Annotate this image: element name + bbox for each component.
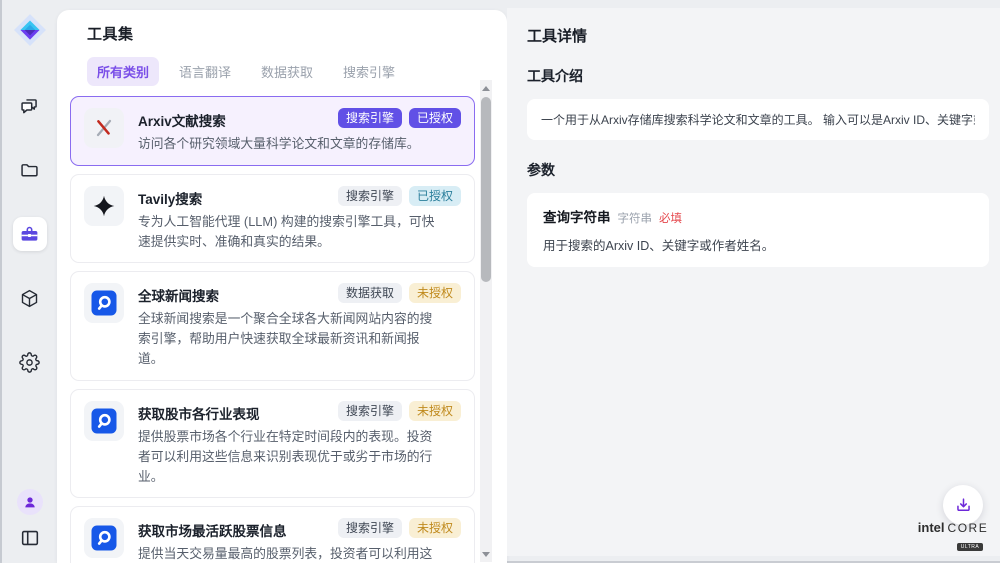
parameter-card: 查询字符串 字符串 必填 用于搜索的Arxiv ID、关键字或作者姓名。	[527, 193, 989, 267]
category-badge: 搜索引擎	[338, 518, 402, 538]
tool-title: 全球新闻搜索	[138, 283, 338, 305]
auth-badge: 已授权	[409, 108, 461, 128]
arxiv-icon	[91, 115, 117, 141]
intel-brand-text: intel	[918, 520, 945, 535]
core-brand-text: CORE	[948, 521, 989, 535]
params-heading: 参数	[527, 160, 987, 180]
intel-core-ultra-logo: intel CORE ULTRA	[918, 520, 988, 553]
sidebar-nav	[13, 89, 47, 379]
tool-card-3[interactable]: 获取股市各行业表现 搜索引擎 未授权 提供股票市场各个行业在特定时间段内的表现。…	[70, 389, 475, 498]
user-icon	[22, 494, 38, 510]
sidebar-bottom	[17, 489, 43, 563]
tool-description: 提供股票市场各个行业在特定时间段内的表现。投资者可以利用这些信息来识别表现优于或…	[138, 427, 440, 486]
panel-toggle-icon	[19, 527, 41, 549]
category-badge: 搜索引擎	[338, 186, 402, 206]
search-icon	[91, 408, 117, 434]
detail-panel-title: 工具详情	[527, 25, 987, 46]
tool-title: Tavily搜索	[138, 186, 338, 208]
parameter-type: 字符串	[618, 210, 653, 226]
tool-card-2[interactable]: 全球新闻搜索 数据获取 未授权 全球新闻搜索是一个聚合全球各大新闻网站内容的搜索…	[70, 271, 475, 380]
search-blue-tool-icon	[84, 401, 124, 441]
tool-card-4[interactable]: 获取市场最活跃股票信息 搜索引擎 未授权 提供当天交易量最高的股票列表，投资者可…	[70, 506, 475, 563]
intro-box: 一个用于从Arxiv存储库搜索科学论文和文章的工具。 输入可以是Arxiv ID…	[527, 99, 989, 140]
tool-description: 访问各个研究领域大量科学论文和文章的存储库。	[138, 134, 440, 154]
search-blue-tool-icon	[84, 283, 124, 323]
tool-card-1[interactable]: Tavily搜索 搜索引擎 已授权 专为人工智能代理 (LLM) 构建的搜索引擎…	[70, 174, 475, 264]
auth-badge: 未授权	[409, 518, 461, 538]
search-icon	[91, 525, 117, 551]
app-logo gem-logo-icon	[13, 13, 47, 47]
panel-toggle-button[interactable]	[19, 527, 41, 549]
tool-title: 获取市场最活跃股票信息	[138, 518, 338, 540]
download-icon	[954, 496, 973, 515]
sidebar-item-models[interactable]	[13, 281, 47, 315]
category-badge: 搜索引擎	[338, 401, 402, 421]
tavily-tool-icon	[84, 186, 124, 226]
scrollbar-thumb[interactable]	[481, 97, 491, 282]
parameter-name: 查询字符串	[543, 206, 611, 226]
auth-badge: 未授权	[409, 283, 461, 303]
folder-icon	[19, 160, 40, 181]
sidebar-item-settings[interactable]	[13, 345, 47, 379]
arxiv-tool-icon	[84, 108, 124, 148]
auth-badge: 已授权	[409, 186, 461, 206]
sidebar-item-tools[interactable]	[13, 217, 47, 251]
gear-icon	[19, 352, 40, 373]
auth-badge: 未授权	[409, 401, 461, 421]
scrollbar-up-arrow[interactable]	[480, 82, 492, 94]
tab-2[interactable]: 数据获取	[251, 57, 323, 86]
cube-icon	[19, 288, 40, 309]
search-blue-tool-icon	[84, 518, 124, 558]
category-badge: 搜索引擎	[338, 108, 402, 128]
tool-description: 全球新闻搜索是一个聚合全球各大新闻网站内容的搜索引擎，帮助用户快速获取全球最新资…	[138, 309, 440, 368]
parameter-required-flag: 必填	[659, 210, 682, 226]
sidebar-item-chat[interactable]	[13, 89, 47, 123]
tool-card-0[interactable]: Arxiv文献搜索 搜索引擎 已授权 访问各个研究领域大量科学论文和文章的存储库…	[70, 96, 475, 166]
intro-heading: 工具介绍	[527, 66, 987, 86]
tab-3[interactable]: 搜索引擎	[333, 57, 405, 86]
search-icon	[91, 290, 117, 316]
page-title: 工具集	[87, 23, 477, 44]
ultra-badge: ULTRA	[957, 543, 984, 551]
app-window: 工具集 所有类别语言翻译数据获取搜索引擎 Arxiv文献搜索 搜索引擎 已授权 …	[0, 0, 1000, 563]
tool-description: 专为人工智能代理 (LLM) 构建的搜索引擎工具，可快速提供实时、准确和真实的结…	[138, 212, 440, 252]
user-avatar[interactable]	[17, 489, 43, 515]
toolbox-icon	[19, 224, 40, 245]
sparkle-star-icon	[91, 193, 117, 219]
intro-text: 一个用于从Arxiv存储库搜索科学论文和文章的工具。 输入可以是Arxiv ID…	[541, 111, 975, 128]
sidebar-item-files[interactable]	[13, 153, 47, 187]
chat-icon	[19, 96, 40, 117]
tool-title: Arxiv文献搜索	[138, 108, 338, 130]
list-scrollbar[interactable]	[480, 80, 492, 562]
category-tabs: 所有类别语言翻译数据获取搜索引擎	[87, 57, 477, 86]
category-badge: 数据获取	[338, 283, 402, 303]
tool-detail-panel: 工具详情 工具介绍 一个用于从Arxiv存储库搜索科学论文和文章的工具。 输入可…	[507, 8, 1000, 556]
tool-description: 提供当天交易量最高的股票列表，投资者可以利用这些信息来识别流动性强的股票和潜在的…	[138, 544, 440, 563]
download-button[interactable]	[943, 485, 983, 525]
tab-1[interactable]: 语言翻译	[169, 57, 241, 86]
tab-0[interactable]: 所有类别	[87, 57, 159, 86]
parameter-description: 用于搜索的Arxiv ID、关键字或作者姓名。	[543, 235, 973, 254]
sidebar	[2, 0, 57, 563]
scrollbar-down-arrow[interactable]	[480, 548, 492, 560]
tools-list-panel: 工具集 所有类别语言翻译数据获取搜索引擎 Arxiv文献搜索 搜索引擎 已授权 …	[57, 10, 507, 563]
tools-list: Arxiv文献搜索 搜索引擎 已授权 访问各个研究领域大量科学论文和文章的存储库…	[57, 86, 507, 563]
tool-title: 获取股市各行业表现	[138, 401, 338, 423]
